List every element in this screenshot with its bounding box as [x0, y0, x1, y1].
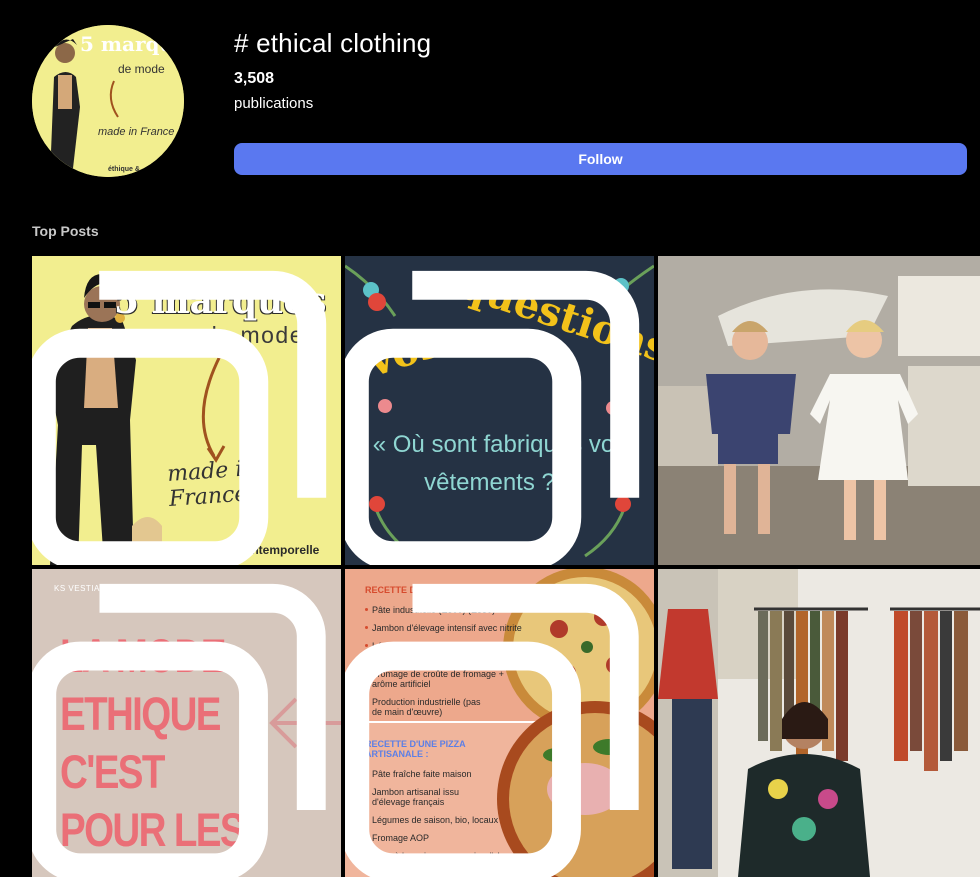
- publication-count-label: publications: [234, 95, 314, 112]
- svg-text:made in France: made in France: [98, 126, 174, 138]
- svg-text:5 marques: 5 marques: [80, 32, 184, 56]
- svg-text:éthique &: éthique &: [108, 166, 140, 173]
- multiple-images-icon: [345, 270, 640, 565]
- post-tile-6[interactable]: [658, 569, 980, 877]
- multiple-images-icon: [32, 583, 326, 877]
- follow-button[interactable]: Follow: [234, 143, 967, 175]
- post-tile-1[interactable]: 5 marques de mode made in France éthique…: [32, 256, 341, 565]
- top-posts-label: Top Posts: [32, 223, 99, 239]
- post-tile-2[interactable]: Vos questions « Où sont fabriqués vos vê…: [345, 256, 654, 565]
- post-tile-5[interactable]: RECETTE D'UNE PIZZA INDUSTRIELLE : Pâte …: [345, 569, 654, 877]
- top-posts-grid: 5 marques de mode made in France éthique…: [32, 256, 980, 877]
- post-tile-3[interactable]: [658, 256, 980, 565]
- hashtag-avatar: 5 marques de mode made in France éthique…: [32, 25, 184, 177]
- post-tile-4[interactable]: KS VESTIAIRE INTEMPOREL LA MODE ETHIQUE …: [32, 569, 341, 877]
- publication-count: 3,508: [234, 70, 275, 87]
- multiple-images-icon: [345, 583, 639, 877]
- svg-text:de mode: de mode: [118, 62, 165, 76]
- hashtag-title: # ethical clothing: [234, 28, 432, 58]
- multiple-images-icon: [32, 270, 327, 565]
